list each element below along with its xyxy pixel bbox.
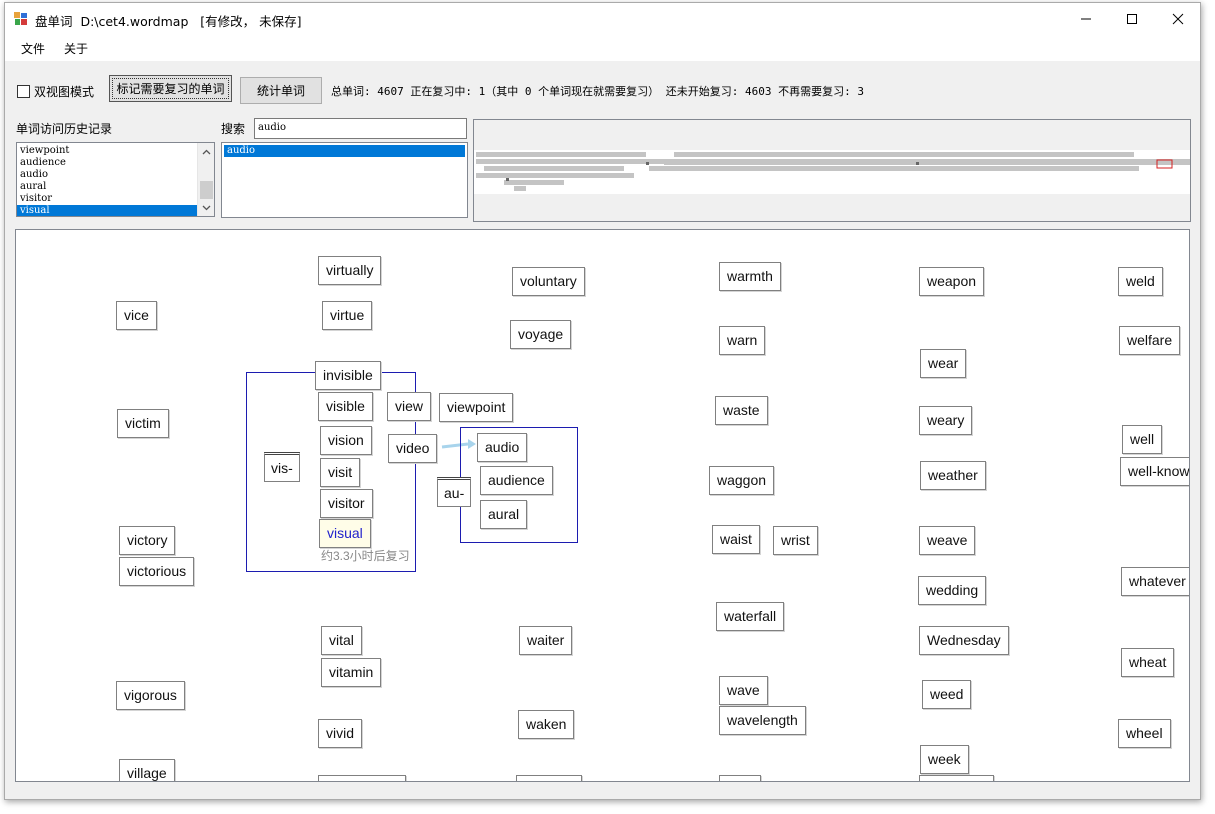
- word-node[interactable]: weather: [920, 461, 986, 490]
- word-stats: 总单词: 4607 正在复习中: 1（其中 0 个单词现在就需要复习） 还未开始…: [331, 85, 864, 98]
- word-node[interactable]: victim: [117, 409, 169, 438]
- prefix-node[interactable]: au-: [437, 477, 472, 507]
- search-results-list[interactable]: audio: [221, 142, 468, 218]
- word-node[interactable]: vital: [321, 626, 362, 655]
- history-list-item[interactable]: visitor: [17, 193, 197, 205]
- word-node[interactable]: weave: [919, 526, 976, 555]
- word-node[interactable]: aural: [480, 500, 528, 529]
- word-node-partial[interactable]: [719, 775, 761, 781]
- word-node[interactable]: Wednesday: [919, 626, 1009, 655]
- word-map-canvas[interactable]: virtually voluntary warmth weapon weld vice vi…: [15, 229, 1190, 782]
- word-node[interactable]: wave: [719, 676, 768, 705]
- maximize-icon: [1127, 14, 1137, 24]
- word-node[interactable]: wheel: [1118, 719, 1171, 748]
- dual-view-toggle[interactable]: 双视图模式: [17, 83, 94, 100]
- scroll-up-icon[interactable]: [198, 143, 214, 160]
- word-node[interactable]: view: [387, 392, 432, 421]
- app-icon: [14, 12, 27, 25]
- word-node[interactable]: victory: [119, 526, 176, 555]
- app-window: 盘单词 D:\cet4.wordmap [有修改， 未保存] 文件 关于 双视图…: [4, 2, 1201, 800]
- word-node[interactable]: virtue: [322, 301, 373, 330]
- word-node[interactable]: waist: [712, 525, 760, 554]
- word-node[interactable]: weapon: [919, 267, 985, 296]
- word-node[interactable]: waken: [518, 710, 575, 739]
- word-node[interactable]: vision: [320, 426, 372, 455]
- search-label: 搜索: [221, 122, 246, 136]
- word-node[interactable]: welfare: [1119, 326, 1181, 355]
- map-connectors: [441, 439, 476, 449]
- word-node[interactable]: waste: [715, 396, 768, 425]
- word-node[interactable]: weary: [919, 406, 973, 435]
- word-node[interactable]: voyage: [510, 320, 572, 349]
- word-node[interactable]: wear: [920, 349, 967, 378]
- history-list-item[interactable]: audience: [17, 157, 197, 169]
- word-node[interactable]: wheat: [1121, 648, 1175, 677]
- title-bar: 盘单词 D:\cet4.wordmap [有修改， 未保存]: [5, 3, 1200, 35]
- menu-bar: 文件 关于: [5, 35, 1200, 61]
- history-list-item[interactable]: visual: [17, 205, 197, 216]
- word-node[interactable]: victorious: [119, 557, 195, 586]
- word-node[interactable]: week: [920, 745, 969, 774]
- window-title: 盘单词 D:\cet4.wordmap [有修改， 未保存]: [35, 14, 302, 29]
- word-node[interactable]: village: [119, 759, 175, 781]
- word-node[interactable]: wrist: [773, 526, 818, 555]
- history-list-item[interactable]: audio: [17, 169, 197, 181]
- prefix-node[interactable]: vis-: [264, 452, 300, 482]
- mark-review-button[interactable]: 标记需要复习的单词: [109, 75, 232, 102]
- search-result-item[interactable]: audio: [224, 145, 465, 157]
- scroll-down-icon[interactable]: [198, 199, 214, 216]
- word-minimap[interactable]: [473, 119, 1194, 222]
- word-node[interactable]: warn: [719, 326, 766, 355]
- word-node[interactable]: voluntary: [512, 267, 585, 296]
- word-node[interactable]: wavelength: [719, 706, 806, 735]
- dual-view-label: 双视图模式: [34, 85, 95, 99]
- word-node[interactable]: viewpoint: [439, 393, 514, 422]
- word-node[interactable]: waggon: [709, 466, 775, 495]
- menu-about[interactable]: 关于: [64, 40, 88, 57]
- word-node[interactable]: vitamin: [321, 658, 382, 687]
- word-node[interactable]: whatever: [1121, 567, 1189, 596]
- word-node[interactable]: waterfall: [716, 602, 785, 631]
- word-node-partial[interactable]: [318, 775, 406, 781]
- word-node-partial[interactable]: [516, 775, 582, 781]
- scroll-thumb[interactable]: [200, 181, 213, 199]
- minimap-canvas: [474, 150, 1194, 194]
- word-node[interactable]: video: [388, 434, 438, 463]
- word-node[interactable]: virtually: [318, 256, 382, 285]
- history-list-item[interactable]: aural: [17, 181, 197, 193]
- minimize-icon: [1081, 18, 1091, 20]
- minimize-button[interactable]: [1063, 3, 1109, 35]
- word-node[interactable]: audio: [477, 433, 528, 462]
- word-node[interactable]: weld: [1118, 267, 1163, 296]
- close-icon: [1172, 13, 1184, 25]
- word-node[interactable]: wedding: [918, 576, 987, 605]
- history-label: 单词访问历史记录: [16, 122, 113, 136]
- word-node[interactable]: visitor: [320, 489, 373, 518]
- review-schedule-note: 约3.3小时后复习: [321, 549, 410, 563]
- word-node-partial[interactable]: [919, 775, 994, 781]
- close-button[interactable]: [1155, 3, 1200, 35]
- word-node[interactable]: audience: [480, 466, 553, 495]
- word-node[interactable]: visit: [320, 458, 361, 487]
- word-node[interactable]: vigorous: [116, 681, 185, 710]
- word-node[interactable]: well: [1122, 425, 1163, 454]
- word-node[interactable]: vivid: [318, 719, 363, 748]
- word-node[interactable]: visible: [318, 392, 373, 421]
- history-list[interactable]: viewpoint audience audio aural visitor visual: [16, 142, 215, 217]
- dual-view-checkbox[interactable]: [17, 85, 30, 98]
- maximize-button[interactable]: [1109, 3, 1155, 35]
- stats-button[interactable]: 统计单词: [240, 77, 322, 104]
- word-node[interactable]: warmth: [719, 262, 781, 291]
- history-list-item[interactable]: viewpoint: [17, 145, 197, 157]
- word-node[interactable]: invisible: [315, 361, 381, 390]
- word-node[interactable]: vice: [116, 301, 157, 330]
- word-node[interactable]: weed: [922, 680, 972, 709]
- word-node[interactable]: waiter: [519, 626, 573, 655]
- word-node[interactable]: well-know: [1120, 457, 1189, 486]
- word-node[interactable]: visual: [319, 519, 371, 548]
- history-scrollbar[interactable]: [197, 143, 214, 216]
- menu-file[interactable]: 文件: [21, 40, 45, 57]
- search-input[interactable]: audio: [254, 118, 467, 139]
